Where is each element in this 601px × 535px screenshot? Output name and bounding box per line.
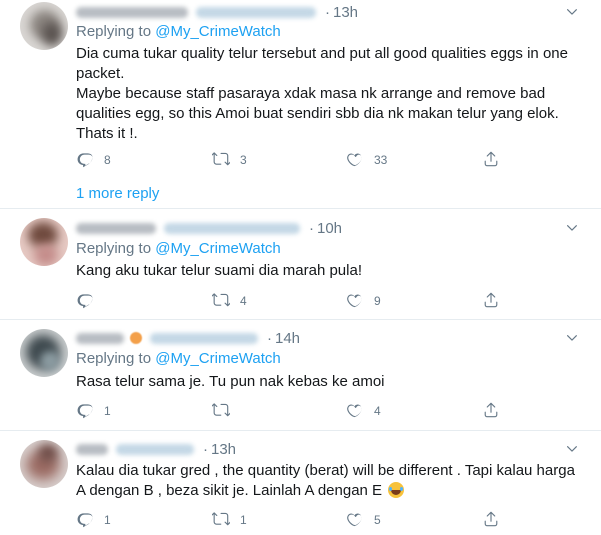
blurred-display-name[interactable] [76,443,108,455]
timestamp[interactable]: 13h [211,441,236,458]
share-button[interactable] [482,401,510,419]
reply-icon [76,150,94,168]
retweet-button[interactable] [212,401,240,419]
chevron-down-icon[interactable] [565,331,579,345]
timestamp[interactable]: 10h [317,220,342,237]
tweet-text-line: Kang aku tukar telur suami dia marah pul… [76,262,362,279]
retweet-count: 3 [240,153,247,167]
heart-icon [346,150,364,168]
share-button[interactable] [482,150,510,168]
reply-icon [76,510,94,528]
avatar[interactable] [20,440,68,488]
like-count: 4 [374,404,381,418]
timestamp[interactable]: 14h [275,330,300,347]
reply-count: 1 [104,513,111,527]
replying-to: Replying to @My_CrimeWatch [76,350,281,367]
tweet-text-line: Thats it !. [76,125,138,142]
share-icon [482,291,500,309]
retweet-icon [212,510,230,528]
tweet-text-line: qualities egg, so this Amoi buat sendiri… [76,105,559,122]
reply-to-handle-link[interactable]: @My_CrimeWatch [155,240,281,257]
retweet-button[interactable]: 4 [212,291,247,309]
tweet-actions: 4 9 [76,291,506,311]
retweet-button[interactable]: 3 [212,150,247,168]
reply-count: 8 [104,153,111,167]
chevron-down-icon[interactable] [565,221,579,235]
reply-button[interactable] [76,291,104,309]
tweet-actions: 8 3 33 [76,150,506,170]
like-button[interactable]: 9 [346,291,381,309]
blurred-username[interactable] [164,222,300,234]
like-count: 5 [374,513,381,527]
blurred-display-name[interactable] [76,6,188,18]
more-replies-link[interactable]: 1 more reply [76,185,159,202]
avatar[interactable] [20,2,68,50]
tweet-text-line: Dia cuma tukar quality telur tersebut an… [76,45,568,62]
retweet-count: 1 [240,513,247,527]
reply-button[interactable]: 1 [76,510,111,528]
replying-to: Replying to @My_CrimeWatch [76,240,281,257]
share-button[interactable] [482,510,510,528]
replying-to: Replying to @My_CrimeWatch [76,23,281,40]
reply-tweet[interactable]: · 13h Kalau dia tukar gred , the quantit… [0,431,601,535]
retweet-count: 4 [240,294,247,308]
reply-button[interactable]: 8 [76,150,111,168]
blurred-username[interactable] [150,332,258,344]
reply-button[interactable]: 1 [76,401,111,419]
reply-to-handle-link[interactable]: @My_CrimeWatch [155,350,281,367]
blurred-display-name[interactable] [76,222,156,234]
tweet-text-line: A dengan B , beza sikit je. Lainlah A de… [76,481,576,501]
retweet-icon [212,150,230,168]
share-icon [482,150,500,168]
reply-icon [76,291,94,309]
tweet-text-line: Rasa telur sama je. Tu pun nak kebas ke … [76,373,385,390]
tweet-text-line: Kalau dia tukar gred , the quantity (ber… [76,462,575,479]
retweet-button[interactable]: 1 [212,510,247,528]
like-button[interactable]: 4 [346,401,381,419]
tweet-text-line: packet. [76,65,125,82]
share-button[interactable] [482,291,510,309]
face-with-tears-of-joy-emoji [388,482,405,498]
tweet-text: Kalau dia tukar gred , the quantity (ber… [76,461,576,501]
reply-to-handle-link[interactable]: @My_CrimeWatch [155,23,281,40]
reply-tweet[interactable]: · 13h Replying to @My_CrimeWatch Dia cum… [0,0,601,210]
tweet-header: · 13h [76,439,236,459]
reply-tweet[interactable]: · 14h Replying to @My_CrimeWatch Rasa te… [0,320,601,432]
chevron-down-icon[interactable] [565,442,579,456]
share-icon [482,401,500,419]
tweet-text: Kang aku tukar telur suami dia marah pul… [76,261,576,281]
chevron-down-icon[interactable] [565,5,579,19]
share-icon [482,510,500,528]
like-count: 33 [374,153,388,167]
like-button[interactable]: 5 [346,510,381,528]
flower-emoji [130,332,142,344]
like-button[interactable]: 33 [346,150,387,168]
tweet-header: · 13h [76,2,358,22]
tweet-text: Rasa telur sama je. Tu pun nak kebas ke … [76,372,576,392]
tweet-actions: 1 1 5 [76,510,506,530]
blurred-username[interactable] [116,443,194,455]
heart-icon [346,401,364,419]
retweet-icon [212,291,230,309]
timestamp[interactable]: 13h [333,4,358,21]
reply-tweet[interactable]: · 10h Replying to @My_CrimeWatch Kang ak… [0,209,601,320]
tweet-actions: 1 4 [76,401,506,421]
reply-count: 1 [104,404,111,418]
tweet-header: · 10h [76,218,342,238]
tweet-text: Dia cuma tukar quality telur tersebut an… [76,44,576,144]
tweet-header: · 14h [76,328,300,348]
blurred-username[interactable] [196,6,316,18]
like-count: 9 [374,294,381,308]
avatar[interactable] [20,218,68,266]
blurred-display-name[interactable] [76,332,124,344]
reply-icon [76,401,94,419]
tweet-text-line: Maybe because staff pasaraya xdak masa n… [76,85,546,102]
avatar[interactable] [20,329,68,377]
retweet-icon [212,401,230,419]
heart-icon [346,510,364,528]
heart-icon [346,291,364,309]
